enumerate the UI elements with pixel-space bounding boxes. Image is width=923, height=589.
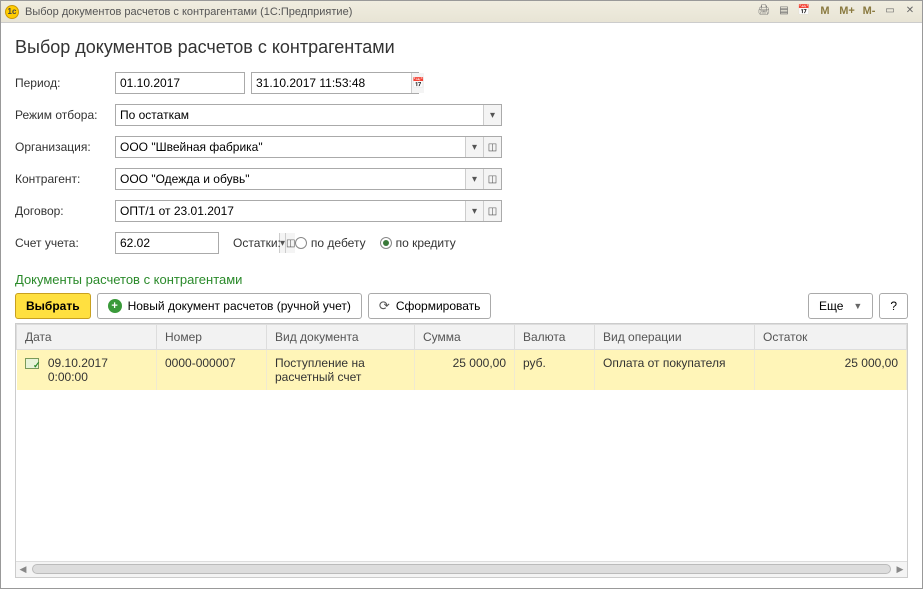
mode-label: Режим отбора:	[15, 108, 115, 122]
memory-m-button[interactable]: M	[816, 5, 834, 19]
new-doc-button[interactable]: + Новый документ расчетов (ручной учет)	[97, 293, 362, 319]
select-button[interactable]: Выбрать	[15, 293, 91, 319]
chevron-down-icon[interactable]: ▾	[465, 201, 483, 221]
toolbar: Выбрать + Новый документ расчетов (ручно…	[15, 293, 908, 319]
print-icon[interactable]: 🖨	[756, 5, 772, 19]
org-row: Организация: ▾ ◫	[15, 136, 908, 158]
calendar-icon[interactable]: 📅	[796, 5, 812, 19]
account-label: Счет учета:	[15, 236, 115, 250]
window-title: Выбор документов расчетов с контрагентам…	[25, 6, 756, 18]
cell-date: 09.10.2017 0:00:00	[17, 350, 157, 391]
period-label: Период:	[15, 76, 115, 90]
cell-number: 0000-000007	[157, 350, 267, 391]
col-doc-type[interactable]: Вид документа	[267, 325, 415, 350]
date-to-input[interactable]	[256, 76, 411, 90]
credit-radio-item[interactable]: по кредиту	[380, 236, 456, 250]
balances-label: Остатки:	[233, 236, 281, 250]
scroll-left-icon[interactable]: ◀	[16, 562, 30, 576]
refresh-icon: ⟳	[379, 298, 390, 314]
chevron-down-icon[interactable]: ▾	[465, 169, 483, 189]
contract-label: Договор:	[15, 204, 115, 218]
plus-icon: +	[108, 299, 122, 313]
credit-label: по кредиту	[396, 236, 456, 250]
table-empty-space	[16, 390, 907, 561]
contract-select[interactable]: ▾ ◫	[115, 200, 502, 222]
app-logo-icon: 1с	[5, 5, 19, 19]
period-row: Период: 📅 📅	[15, 72, 908, 94]
date-to-field[interactable]: 📅	[251, 72, 419, 94]
chevron-down-icon[interactable]: ▾	[483, 105, 501, 125]
contract-row: Договор: ▾ ◫	[15, 200, 908, 222]
col-date[interactable]: Дата	[17, 325, 157, 350]
debit-radio-item[interactable]: по дебету	[295, 236, 366, 250]
select-button-label: Выбрать	[26, 299, 80, 313]
help-label: ?	[890, 299, 897, 313]
open-ref-icon[interactable]: ◫	[483, 201, 501, 221]
mode-row: Режим отбора: ▾	[15, 104, 908, 126]
horizontal-scrollbar[interactable]: ◀ ▶	[16, 561, 907, 577]
more-button[interactable]: Еще ▼	[808, 293, 873, 319]
titlebar: 1с Выбор документов расчетов с контраген…	[1, 1, 922, 23]
close-icon[interactable]: ✕	[902, 5, 918, 19]
cell-doc-type: Поступление на расчетный счет	[267, 350, 415, 391]
scroll-thumb[interactable]	[32, 564, 891, 574]
contragent-select[interactable]: ▾ ◫	[115, 168, 502, 190]
generate-button[interactable]: ⟳ Сформировать	[368, 293, 492, 319]
col-currency[interactable]: Валюта	[515, 325, 595, 350]
minimize-icon[interactable]: ▭	[882, 5, 898, 19]
more-label: Еще	[819, 299, 843, 313]
scroll-right-icon[interactable]: ▶	[893, 562, 907, 576]
table-wrap: Дата Номер Вид документа Сумма Валюта Ви…	[15, 323, 908, 578]
calc-icon[interactable]: ▤	[776, 5, 792, 19]
org-select[interactable]: ▾ ◫	[115, 136, 502, 158]
contragent-label: Контрагент:	[15, 172, 115, 186]
col-number[interactable]: Номер	[157, 325, 267, 350]
radio-icon[interactable]	[295, 237, 307, 249]
calendar-icon[interactable]: 📅	[411, 73, 424, 93]
table-row[interactable]: 09.10.2017 0:00:00 0000-000007 Поступлен…	[17, 350, 907, 391]
memory-mminus-button[interactable]: M-	[860, 5, 878, 19]
date-from-field[interactable]: 📅	[115, 72, 245, 94]
help-button[interactable]: ?	[879, 293, 908, 319]
cell-balance: 25 000,00	[755, 350, 907, 391]
new-doc-label: Новый документ расчетов (ручной учет)	[128, 299, 351, 313]
title-buttons: 🖨 ▤ 📅 M M+ M- ▭ ✕	[756, 5, 918, 19]
org-label: Организация:	[15, 140, 115, 154]
col-balance[interactable]: Остаток	[755, 325, 907, 350]
page-title: Выбор документов расчетов с контрагентам…	[15, 37, 908, 58]
memory-mplus-button[interactable]: M+	[838, 5, 856, 19]
account-row: Счет учета: ▾ ◫ Остатки: по дебету по кр…	[15, 232, 908, 254]
app-window: 1с Выбор документов расчетов с контраген…	[0, 0, 923, 589]
col-operation[interactable]: Вид операции	[595, 325, 755, 350]
account-select[interactable]: ▾ ◫	[115, 232, 219, 254]
content-area: Выбор документов расчетов с контрагентам…	[1, 23, 922, 588]
chevron-down-icon[interactable]: ▾	[465, 137, 483, 157]
cell-currency: руб.	[515, 350, 595, 391]
table-header-row: Дата Номер Вид документа Сумма Валюта Ви…	[17, 325, 907, 350]
document-icon	[25, 358, 39, 369]
open-ref-icon[interactable]: ◫	[483, 169, 501, 189]
mode-input[interactable]	[116, 108, 483, 122]
col-sum[interactable]: Сумма	[415, 325, 515, 350]
mode-select[interactable]: ▾	[115, 104, 502, 126]
cell-operation: Оплата от покупателя	[595, 350, 755, 391]
cell-date-text: 09.10.2017 0:00:00	[48, 356, 136, 384]
section-title: Документы расчетов с контрагентами	[15, 272, 908, 287]
contragent-input[interactable]	[116, 172, 465, 186]
radio-icon[interactable]	[380, 237, 392, 249]
documents-table: Дата Номер Вид документа Сумма Валюта Ви…	[16, 324, 907, 390]
debit-label: по дебету	[311, 236, 366, 250]
generate-label: Сформировать	[396, 299, 481, 313]
open-ref-icon[interactable]: ◫	[483, 137, 501, 157]
cell-sum: 25 000,00	[415, 350, 515, 391]
contract-input[interactable]	[116, 204, 465, 218]
balances-radio-group: Остатки: по дебету по кредиту	[233, 236, 456, 250]
contragent-row: Контрагент: ▾ ◫	[15, 168, 908, 190]
chevron-down-icon: ▼	[853, 301, 862, 311]
org-input[interactable]	[116, 140, 465, 154]
